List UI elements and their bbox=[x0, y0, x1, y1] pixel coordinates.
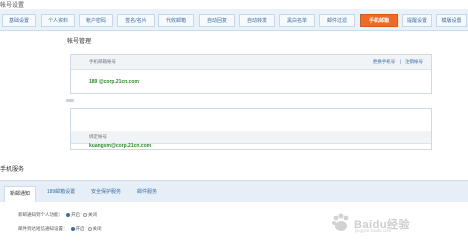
sms-off-label: 关闭 bbox=[92, 226, 102, 231]
tab-template-settings[interactable]: 模版设置 bbox=[436, 14, 467, 27]
tab-account-password[interactable]: 帐户密码 bbox=[79, 14, 113, 27]
tab-signature[interactable]: 签名/名片 bbox=[117, 14, 155, 27]
tab-new-mail-notify[interactable]: 新邮通知 bbox=[4, 186, 36, 202]
paw-logo-icon bbox=[332, 213, 349, 231]
bound-account-label: 绑定帐号 bbox=[89, 134, 107, 139]
sms-setting-label: 邮件到达短信通知设置： bbox=[18, 226, 68, 231]
sms-setting-row: 邮件到达短信通知设置： 开启 关闭 bbox=[18, 226, 102, 232]
mobile-account-label: 手机邮箱帐号 bbox=[89, 59, 116, 64]
bound-account-value: kuangsm@corp.21cn.com bbox=[89, 143, 152, 149]
sms-on-label: 开启 bbox=[75, 226, 85, 231]
tab-basic-settings[interactable]: 基础设置 bbox=[2, 14, 36, 27]
tab-mobile-mailbox[interactable]: 手机邮箱 bbox=[360, 14, 398, 27]
change-phone-link[interactable]: 更换手机号 bbox=[373, 59, 396, 64]
tab-189-mailbox-settings[interactable]: 189邮箱设置 bbox=[40, 185, 82, 199]
mobile-service-title: 手机服务 bbox=[0, 167, 25, 173]
sms-off-radio[interactable] bbox=[87, 227, 92, 231]
mobile-service-tab-bar: 新邮通知 189邮箱设置 安全保护服务 邮件服务 bbox=[0, 180, 468, 202]
mobile-account-actions: 更换手机号 | 注销帐号 bbox=[370, 59, 423, 65]
notify-on-label: 开启 bbox=[71, 212, 80, 217]
sms-on-radio[interactable] bbox=[70, 227, 75, 231]
tab-profile[interactable]: 个人资料 bbox=[41, 14, 75, 27]
tab-auto-forward[interactable]: 自动转发 bbox=[239, 14, 275, 27]
settings-tab-bar: 基础设置 个人资料 帐户密码 签名/名片 代收邮箱 自动回复 自动转发 黑白名单… bbox=[0, 9, 468, 31]
bound-account-card: 绑定帐号 kuangsm@corp.21cn.com bbox=[70, 108, 432, 150]
tab-mail-service[interactable]: 邮件服务 bbox=[130, 185, 164, 199]
section-title: 帐号设置 bbox=[0, 3, 25, 9]
card-connector bbox=[66, 99, 74, 102]
tab-black-white-list[interactable]: 黑白名单 bbox=[279, 14, 315, 27]
mobile-account-card: 手机邮箱帐号 更换手机号 | 注销帐号 189 @corp.21cn.com bbox=[70, 54, 432, 94]
cancel-account-link[interactable]: 注销帐号 bbox=[405, 59, 423, 64]
notify-on-radio[interactable] bbox=[66, 213, 70, 217]
notify-setting-row: 新邮通知到个人功能： 开启 关闭 bbox=[18, 212, 97, 218]
account-management-heading: 帐号管理 bbox=[67, 39, 92, 45]
notify-off-label: 关闭 bbox=[88, 212, 97, 217]
tab-auto-reply[interactable]: 自动回复 bbox=[199, 14, 235, 27]
action-divider: | bbox=[399, 59, 401, 64]
tab-reminder-settings[interactable]: 提醒设置 bbox=[402, 14, 432, 27]
watermark-url: jingyan.baidu.com bbox=[355, 228, 392, 233]
notify-off-radio[interactable] bbox=[83, 213, 87, 217]
tab-collect-mail[interactable]: 代收邮箱 bbox=[158, 14, 194, 27]
mobile-account-card-header: 手机邮箱帐号 更换手机号 | 注销帐号 bbox=[71, 55, 431, 70]
tab-mail-filter[interactable]: 邮件过滤 bbox=[319, 14, 355, 27]
notify-setting-label: 新邮通知到个人功能： bbox=[18, 212, 63, 217]
tab-security-service[interactable]: 安全保护服务 bbox=[84, 185, 128, 199]
baidu-jingyan-watermark: Baidu经验 jingyan.baidu.com bbox=[330, 210, 466, 238]
mobile-account-value: 189 @corp.21cn.com bbox=[89, 79, 139, 85]
